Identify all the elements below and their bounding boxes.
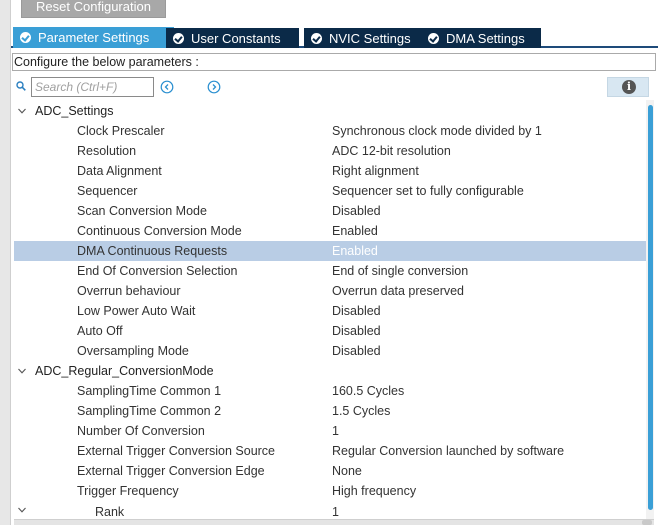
param-row[interactable]: Clock Prescaler Synchronous clock mode di… <box>14 121 646 141</box>
param-name: Auto Off <box>77 324 123 338</box>
param-name: Data Alignment <box>77 164 162 178</box>
param-value: Regular Conversion launched by software <box>332 444 565 458</box>
horizontal-scrollbar[interactable] <box>14 519 654 525</box>
check-circle-icon <box>20 32 31 43</box>
param-row[interactable]: Oversampling Mode Disabled <box>14 341 646 361</box>
tab-label: Parameter Settings <box>38 30 150 45</box>
reset-configuration-button[interactable]: Reset Configuration <box>21 0 166 18</box>
param-name: SamplingTime Common 2 <box>77 404 222 418</box>
search-toolbar: i <box>11 74 658 100</box>
configure-parameters-label: Configure the below parameters : <box>12 53 656 71</box>
search-icon <box>16 81 26 91</box>
param-row[interactable]: Number Of Conversion 1 <box>14 421 646 441</box>
chevron-down-icon[interactable] <box>18 367 26 375</box>
param-name: Resolution <box>77 144 137 158</box>
tab-nvic-settings[interactable]: NVIC Settings <box>304 28 426 48</box>
chevron-down-icon[interactable] <box>18 506 26 514</box>
param-row[interactable]: Continuous Conversion Mode Enabled <box>14 221 646 241</box>
group-label: ADC_Regular_ConversionMode <box>35 364 214 378</box>
arrow-right-circle-icon[interactable] <box>207 80 221 94</box>
param-value: Right alignment <box>332 164 419 178</box>
parameter-tree: ADC_Settings Clock Prescaler Synchronous … <box>14 101 646 519</box>
param-value: None <box>332 464 362 478</box>
tab-parameter-settings[interactable]: Parameter Settings <box>13 27 174 48</box>
param-value: 160.5 Cycles <box>332 384 405 398</box>
param-name: Overrun behaviour <box>77 284 181 298</box>
param-row[interactable]: Trigger Frequency High frequency <box>14 481 646 501</box>
vertical-scrollbar-thumb[interactable] <box>648 105 653 510</box>
param-name: End Of Conversion Selection <box>77 264 238 278</box>
param-value: 1.5 Cycles <box>332 404 391 418</box>
param-name: Low Power Auto Wait <box>77 304 196 318</box>
check-circle-icon <box>173 32 184 44</box>
scrollbar-corner <box>642 520 652 525</box>
param-row[interactable]: Low Power Auto Wait Disabled <box>14 301 646 321</box>
settings-tabs: Parameter Settings User Constants NVIC S… <box>11 26 658 48</box>
search-input[interactable] <box>31 77 154 97</box>
param-name: DMA Continuous Requests <box>77 244 228 258</box>
info-button[interactable]: i <box>607 77 649 97</box>
group-label: ADC_Settings <box>35 104 114 118</box>
param-value: High frequency <box>332 484 417 498</box>
check-circle-icon <box>428 32 439 44</box>
param-value: Enabled <box>332 224 378 238</box>
param-name: SamplingTime Common 1 <box>77 384 222 398</box>
param-name: Sequencer <box>77 184 138 198</box>
param-row[interactable]: Data Alignment Right alignment <box>14 161 646 181</box>
param-name: External Trigger Conversion Source <box>77 444 276 458</box>
param-row[interactable]: External Trigger Conversion Source Regula… <box>14 441 646 461</box>
param-row[interactable]: Sequencer Sequencer set to fully configur… <box>14 181 646 201</box>
param-value: Disabled <box>332 344 381 358</box>
param-value: Disabled <box>332 324 381 338</box>
param-value: Disabled <box>332 204 381 218</box>
check-circle-icon <box>311 32 322 44</box>
param-value: 1 <box>332 424 339 438</box>
tab-label: NVIC Settings <box>329 30 411 46</box>
param-name: Rank <box>95 505 125 519</box>
tab-label: DMA Settings <box>446 30 525 46</box>
arrow-left-circle-icon[interactable] <box>160 80 174 94</box>
info-icon: i <box>622 80 636 94</box>
param-name: Scan Conversion Mode <box>77 204 207 218</box>
tab-user-constants[interactable]: User Constants <box>166 28 299 48</box>
param-name: Trigger Frequency <box>77 484 179 498</box>
param-name: Clock Prescaler <box>77 124 165 138</box>
param-name: Continuous Conversion Mode <box>77 224 242 238</box>
param-row[interactable]: SamplingTime Common 1 160.5 Cycles <box>14 381 646 401</box>
tab-label: User Constants <box>191 30 281 46</box>
param-value: Enabled <box>332 244 378 258</box>
param-row[interactable]: External Trigger Conversion Edge None <box>14 461 646 481</box>
rank-row[interactable]: Rank 1 <box>14 502 646 519</box>
param-row-selected[interactable]: DMA Continuous Requests Enabled <box>14 241 646 261</box>
param-value: ADC 12-bit resolution <box>332 144 451 158</box>
param-value: Synchronous clock mode divided by 1 <box>332 124 542 138</box>
chevron-down-icon[interactable] <box>18 107 26 115</box>
param-name: Oversampling Mode <box>77 344 189 358</box>
tab-dma-settings[interactable]: DMA Settings <box>421 28 541 48</box>
param-value: Sequencer set to fully configurable <box>332 184 524 198</box>
group-adc-settings[interactable]: ADC_Settings <box>14 101 646 121</box>
param-row[interactable]: Scan Conversion Mode Disabled <box>14 201 646 221</box>
param-value: End of single conversion <box>332 264 469 278</box>
param-value: Disabled <box>332 304 381 318</box>
param-row[interactable]: Resolution ADC 12-bit resolution <box>14 141 646 161</box>
param-value: Overrun data preserved <box>332 284 465 298</box>
param-row[interactable]: SamplingTime Common 2 1.5 Cycles <box>14 401 646 421</box>
param-name: Number Of Conversion <box>77 424 205 438</box>
left-panel-edge <box>0 0 11 525</box>
param-row[interactable]: Auto Off Disabled <box>14 321 646 341</box>
group-adc-regular-conversionmode[interactable]: ADC_Regular_ConversionMode <box>14 361 646 381</box>
param-row[interactable]: End Of Conversion Selection End of single… <box>14 261 646 281</box>
param-name: External Trigger Conversion Edge <box>77 464 265 478</box>
param-row[interactable]: Overrun behaviour Overrun data preserved <box>14 281 646 301</box>
param-value: 1 <box>332 505 339 519</box>
